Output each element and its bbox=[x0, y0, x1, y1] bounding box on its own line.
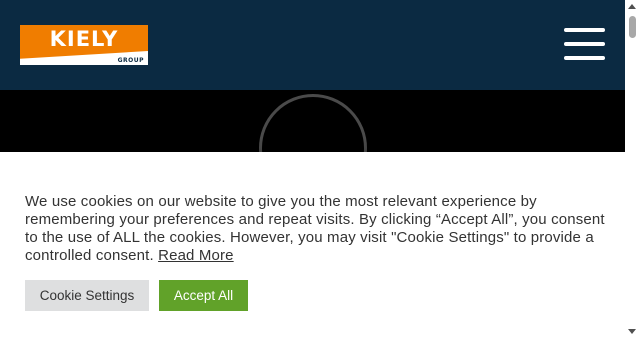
site-header: KIELY GROUP bbox=[0, 0, 625, 90]
cookie-consent-banner: We use cookies on our website to give yo… bbox=[0, 152, 625, 341]
cookie-settings-button[interactable]: Cookie Settings bbox=[25, 280, 149, 311]
scroll-down-arrow-icon[interactable] bbox=[628, 329, 636, 334]
cookie-message-text: We use cookies on our website to give yo… bbox=[25, 193, 605, 264]
hamburger-menu-icon[interactable] bbox=[564, 28, 606, 62]
scroll-up-arrow-icon[interactable] bbox=[628, 4, 636, 9]
logo-subtitle: GROUP bbox=[117, 57, 144, 64]
logo-wordmark: KIELY bbox=[49, 27, 119, 51]
scrollbar-thumb[interactable] bbox=[629, 16, 636, 38]
page-scrollbar[interactable] bbox=[625, 0, 640, 341]
hero-section bbox=[0, 90, 625, 152]
cookie-message: We use cookies on our website to give yo… bbox=[25, 193, 605, 265]
accept-all-button[interactable]: Accept All bbox=[159, 280, 248, 311]
loading-ring-icon bbox=[259, 94, 367, 152]
read-more-link[interactable]: Read More bbox=[158, 247, 234, 264]
kiely-group-logo[interactable]: KIELY GROUP bbox=[20, 25, 148, 65]
